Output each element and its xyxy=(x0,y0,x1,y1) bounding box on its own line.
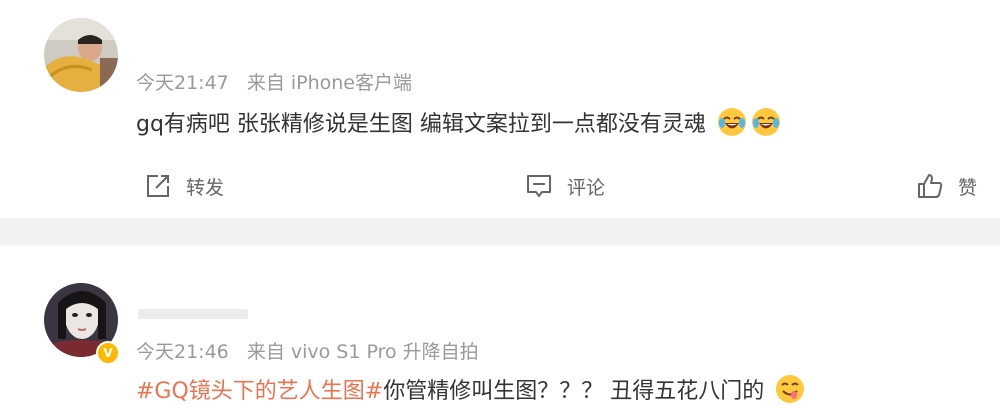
feed-post: 今天21:47 来自 iPhone客户端 gq有病吧 张张精修说是生图 编辑文案… xyxy=(0,0,1000,218)
laugh-cry-emoji-icon xyxy=(717,107,747,137)
post-meta: 今天21:46 来自 vivo S1 Pro 升降自拍 xyxy=(136,337,491,364)
user-avatar[interactable] xyxy=(44,18,118,92)
repost-label: 转发 xyxy=(186,176,225,199)
post-actions: 转发 评论 赞 xyxy=(0,168,1000,204)
avatar-image xyxy=(44,18,118,92)
like-button[interactable]: 赞 xyxy=(916,168,977,204)
username-placeholder xyxy=(138,309,248,319)
smirk-emoji-icon xyxy=(775,374,805,404)
post-text: gq有病吧 张张精修说是生图 编辑文案拉到一点都没有灵魂 xyxy=(136,106,781,138)
post-time[interactable]: 今天21:47 xyxy=(136,72,229,94)
topic-link[interactable]: #GQ镜头下的艺人生图# xyxy=(136,379,383,404)
post-body: gq有病吧 张张精修说是生图 编辑文案拉到一点都没有灵魂 xyxy=(136,112,706,137)
repost-button[interactable]: 转发 xyxy=(144,168,224,204)
post-body: 你管精修叫生图？？？ 丑得五花八门的 xyxy=(383,379,765,404)
thumbs-up-icon xyxy=(916,172,944,200)
laugh-cry-emoji-icon xyxy=(751,107,781,137)
comment-label: 评论 xyxy=(567,176,606,199)
post-time[interactable]: 今天21:46 xyxy=(136,341,229,363)
post-source: 来自 iPhone客户端 xyxy=(246,72,412,94)
like-label: 赞 xyxy=(958,176,978,199)
comment-icon xyxy=(525,172,553,200)
post-meta: 今天21:47 来自 iPhone客户端 xyxy=(136,68,424,95)
post-text: #GQ镜头下的艺人生图#你管精修叫生图？？？ 丑得五花八门的 xyxy=(136,373,805,405)
post-source: 来自 vivo S1 Pro 升降自拍 xyxy=(246,341,479,363)
verified-badge-icon: V xyxy=(96,341,120,365)
comment-button[interactable]: 评论 xyxy=(525,168,605,204)
repost-icon xyxy=(144,172,172,200)
